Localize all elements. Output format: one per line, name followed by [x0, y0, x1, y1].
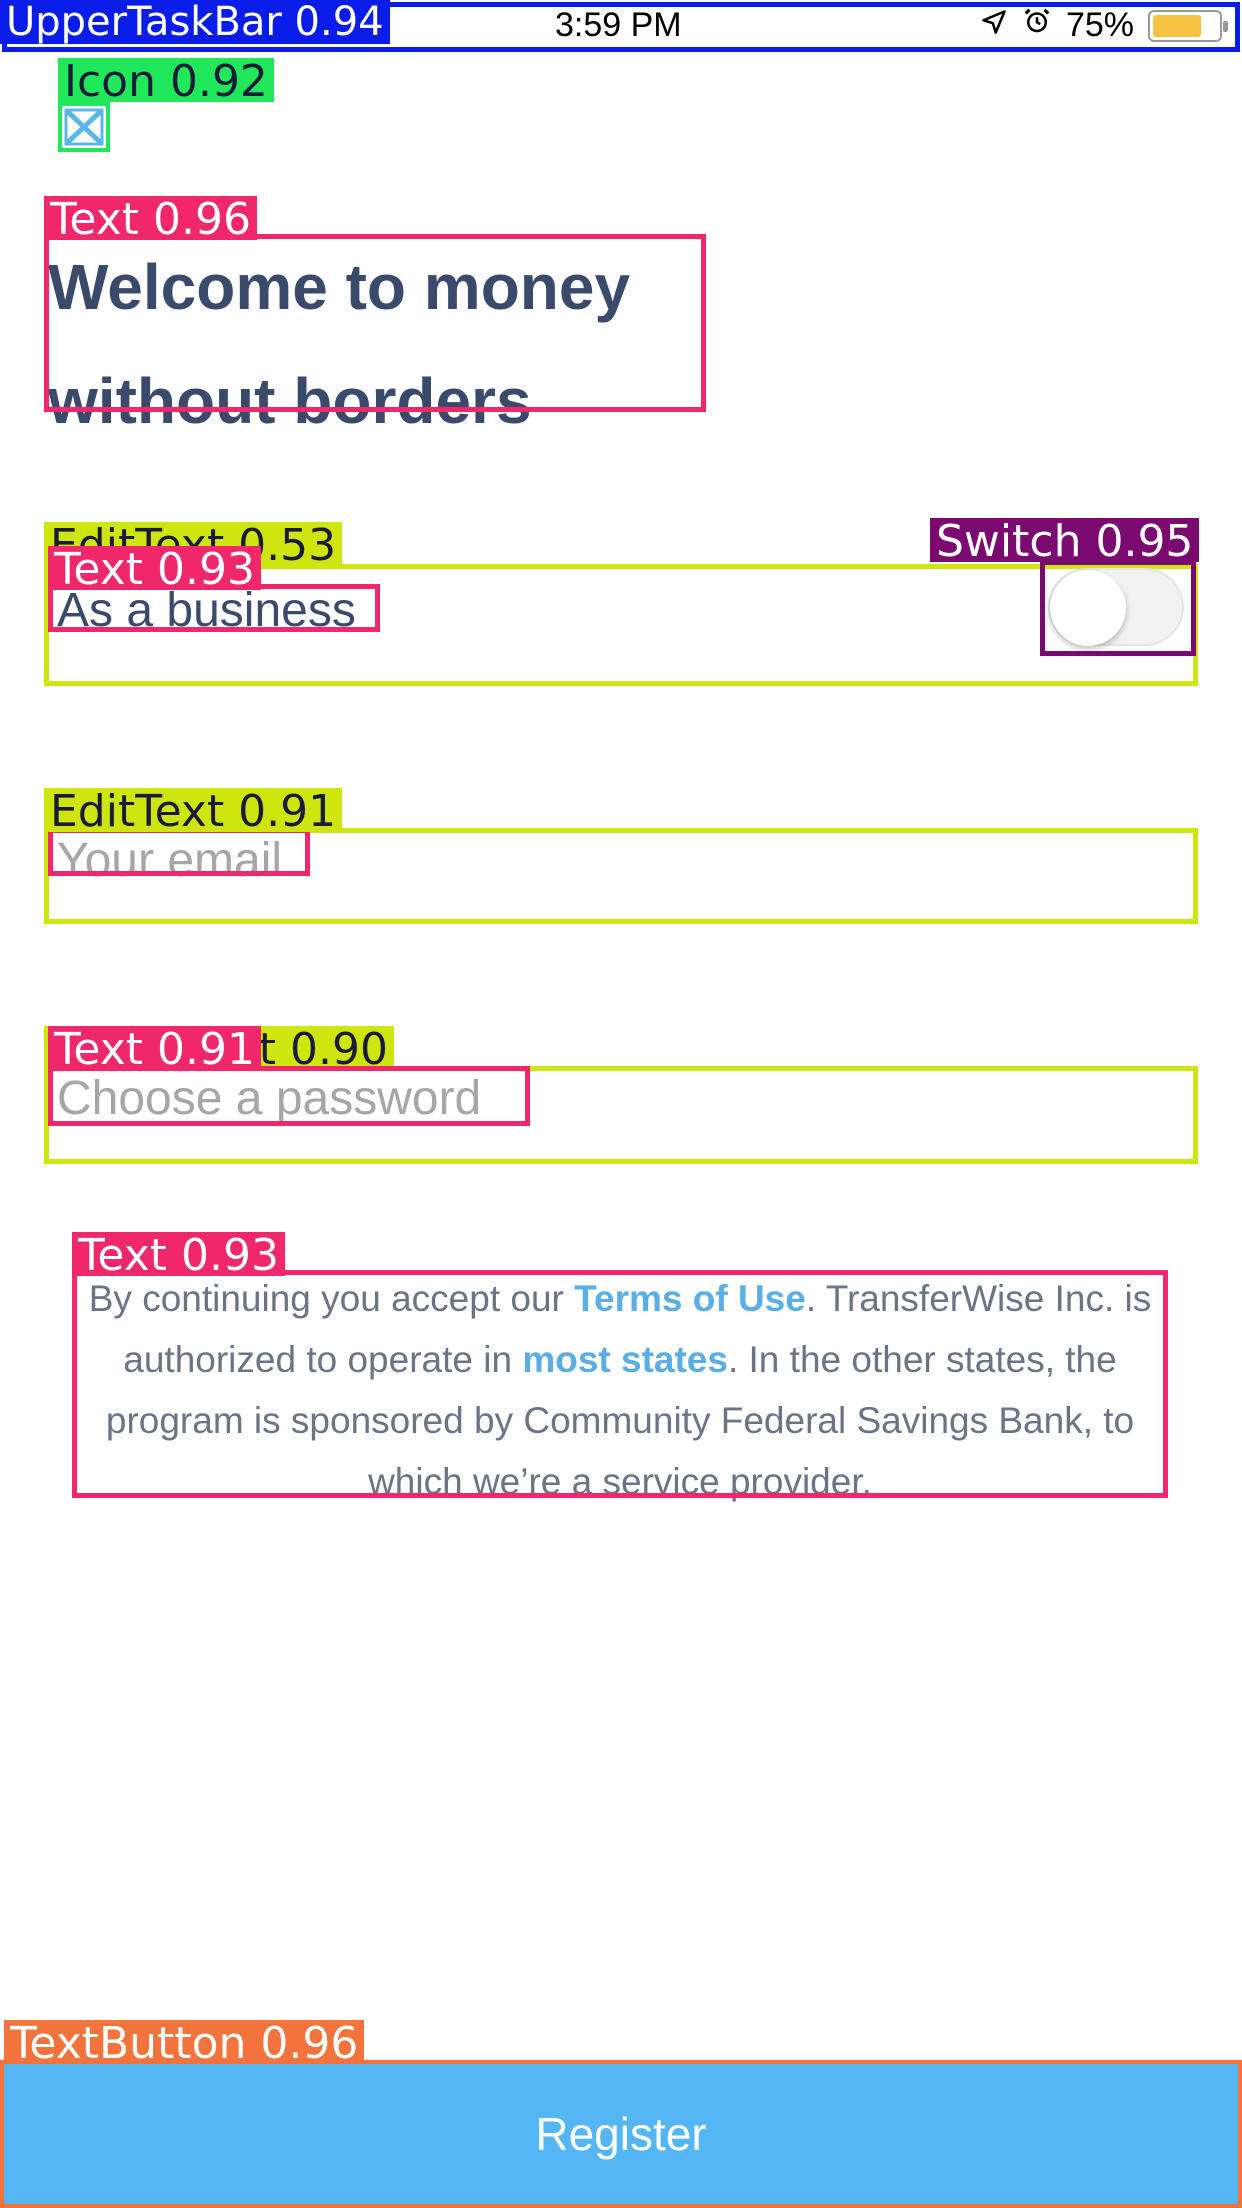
annotation-title-tag: Text 0.96: [44, 196, 257, 242]
annotation-switch-box: [1040, 560, 1196, 656]
annotation-legal-box: [72, 1270, 1168, 1498]
annotation-edit-email-tag: EditText 0.91: [44, 788, 343, 834]
close-icon[interactable]: [58, 102, 110, 152]
annotation-password-text-tag: Text 0.91: [48, 1026, 261, 1072]
annotation-button-tag: TextButton 0.96: [4, 2020, 365, 2066]
annotation-switch-tag: Switch 0.95: [930, 518, 1200, 564]
annotation-title-box: [44, 234, 706, 412]
annotation-icon-tag: Icon 0.92: [58, 58, 274, 104]
register-button[interactable]: Register: [0, 2060, 1242, 2208]
annotation-legal-tag: Text 0.93: [72, 1232, 285, 1278]
annotation-status-bar-tag: UpperTaskBar 0.94: [0, 0, 390, 44]
annotation-business-text-tag: Text 0.93: [48, 546, 261, 592]
annotation-password-text-box: [48, 1066, 530, 1126]
